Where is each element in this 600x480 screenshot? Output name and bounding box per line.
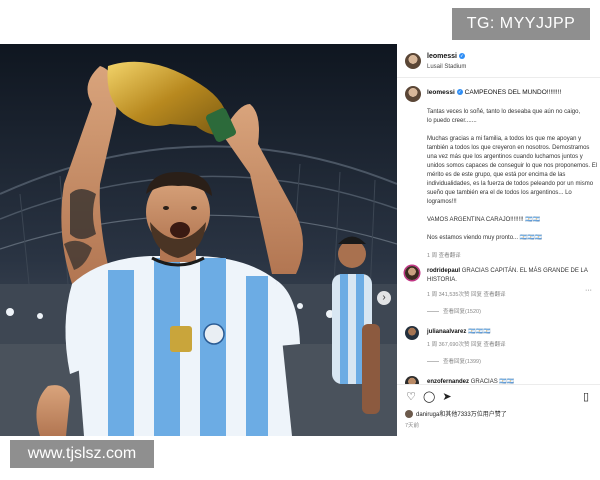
- caption-header: leomessi ✓ CAMPEONES DEL MUNDO!!!!!!!!: [427, 89, 561, 96]
- caption-line: Muchas gracias a mi familia, a todos los…: [427, 136, 582, 142]
- post-side-panel: leomessi ✓ Lusail Stadium leomessi ✓ CAMPE…: [397, 44, 600, 436]
- watermark-top: TG: MYYJJPP: [452, 8, 590, 40]
- caption-avatar[interactable]: [405, 86, 421, 102]
- heart-icon[interactable]: ♡: [405, 391, 417, 403]
- caption-line: mérito es de este grupo, que está por en…: [427, 172, 566, 178]
- caption-line: logramos!!!: [427, 199, 457, 205]
- caption-username[interactable]: leomessi: [427, 89, 455, 96]
- author-username-text[interactable]: leomessi: [427, 53, 457, 60]
- comment-meta[interactable]: 1 周 341,535次赞 回复 查看翻译: [427, 290, 506, 298]
- caption-text: Tantas veces lo soñé, tanto lo deseaba q…: [427, 108, 599, 243]
- author-username[interactable]: leomessi ✓: [427, 53, 465, 60]
- instagram-post-page: TG: MYYJJPP › www.tjslsz.com leomessi ✓ …: [0, 0, 600, 480]
- chevron-right-icon[interactable]: ›: [377, 291, 391, 305]
- view-replies-link[interactable]: 查看回复(1520): [427, 307, 481, 315]
- caption-line: individualidades, es la fuerza de todos …: [427, 181, 594, 187]
- more-dots-icon[interactable]: ···: [585, 287, 592, 294]
- watermark-bottom: www.tjslsz.com: [10, 440, 154, 468]
- post-time: 7天前: [405, 423, 420, 429]
- comment-text-cont: HISTORIA.: [427, 277, 457, 283]
- verified-icon: ✓: [458, 53, 465, 60]
- caption-line: sueño que también era el de todos los ar…: [427, 190, 572, 196]
- send-icon[interactable]: ➤: [441, 391, 453, 403]
- caption-gap: [427, 225, 599, 234]
- liked-by-text: daniruga和其他7333万位用户赞了: [416, 412, 507, 418]
- comment-icon[interactable]: ◯: [423, 391, 435, 403]
- caption-line: una vez más que los argentinos cuando lu…: [427, 154, 583, 160]
- caption-gap: [427, 207, 599, 216]
- caption-line: también a todos los que creyeron en noso…: [427, 145, 590, 151]
- view-replies-link[interactable]: 查看回复(1399): [427, 357, 481, 365]
- caption-line: lo puedo creer.......: [427, 118, 477, 124]
- caption-line: Nos estamos viendo muy pronto... 🇦🇷🇦🇷🇦🇷: [427, 235, 543, 241]
- caption-line: unidos somos capaces de conseguir lo que…: [427, 163, 598, 169]
- verified-icon: ✓: [456, 89, 463, 96]
- post-photo-graphic: [0, 44, 397, 436]
- commenter-avatar[interactable]: [405, 266, 419, 280]
- post-photo[interactable]: ›: [0, 44, 397, 436]
- comment-username[interactable]: julianaalvarez: [427, 329, 466, 335]
- comment-username[interactable]: rodridepaul: [427, 268, 460, 274]
- author-avatar[interactable]: [405, 53, 421, 69]
- post-header: leomessi ✓ Lusail Stadium: [397, 44, 600, 78]
- caption-line: Tantas veces lo soñé, tanto lo deseaba q…: [427, 109, 581, 115]
- comment-text: rodridepaul GRACIAS CAPITÁN. EL MÁS GRAN…: [427, 268, 588, 274]
- caption-title: CAMPEONES DEL MUNDO!!!!!!!!: [464, 89, 562, 96]
- comment-meta[interactable]: 1 周 367,690次赞 回复 查看翻译: [427, 340, 506, 348]
- caption-meta[interactable]: 1 周 查看翻译: [427, 251, 461, 259]
- post-location[interactable]: Lusail Stadium: [427, 64, 466, 70]
- liker-avatar: [405, 410, 413, 419]
- comment-body: GRACIAS CAPITÁN. EL MÁS GRANDE DE LA: [461, 268, 588, 274]
- comment-body: 🇦🇷🇦🇷🇦🇷: [468, 329, 491, 335]
- commenter-avatar[interactable]: [405, 326, 419, 340]
- caption-line: VAMOS ARGENTINA CARAJO!!!!!!!! 🇦🇷🇦🇷: [427, 217, 541, 223]
- liked-by-row[interactable]: daniruga和其他7333万位用户赞了: [405, 409, 507, 419]
- caption-gap: [427, 126, 599, 135]
- bookmark-icon[interactable]: ▯: [580, 391, 592, 403]
- action-bar: ♡ ◯ ➤ ▯ daniruga和其他7333万位用户赞了 7天前: [397, 384, 600, 436]
- comment-text: julianaalvarez 🇦🇷🇦🇷🇦🇷: [427, 328, 490, 335]
